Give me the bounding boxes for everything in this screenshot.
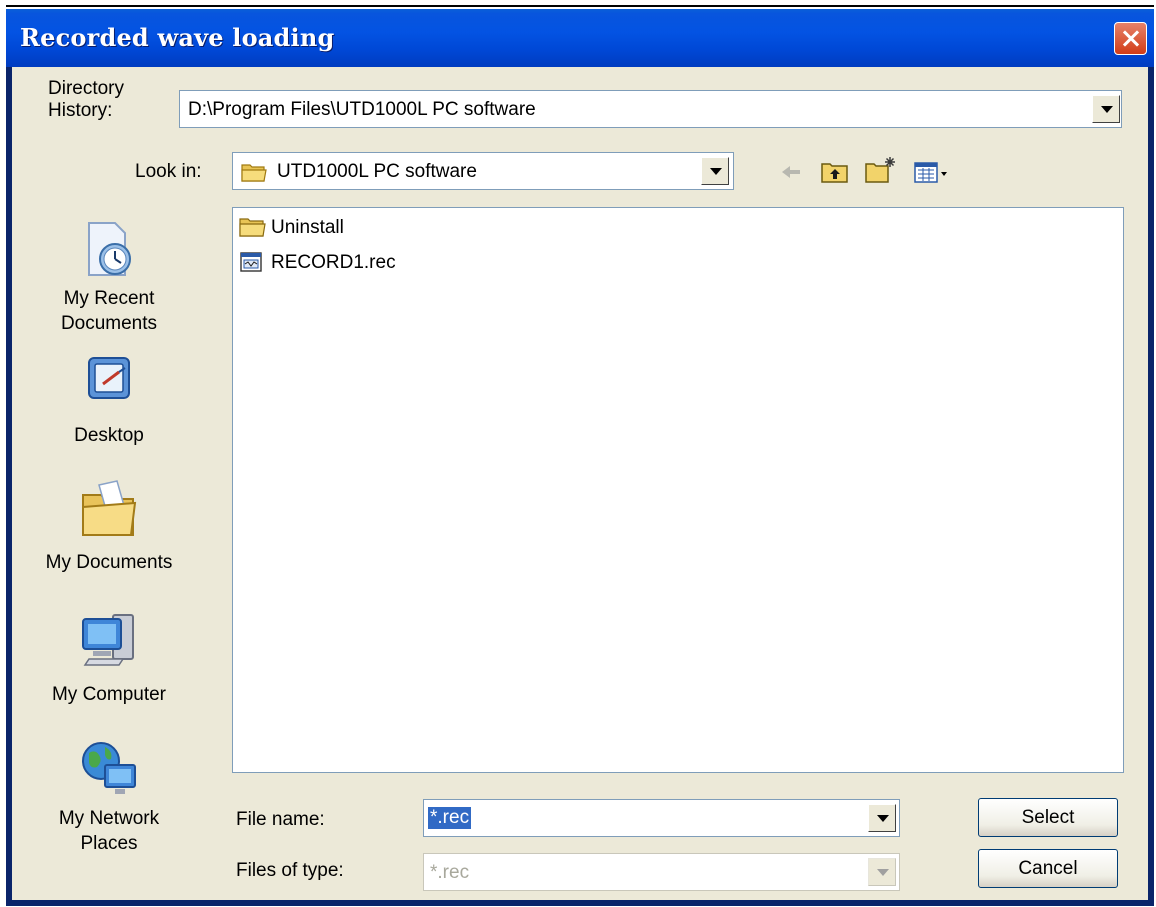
view-menu-icon[interactable] — [914, 161, 950, 185]
my-computer-icon — [82, 614, 134, 666]
file-list[interactable]: Uninstall RECORD1.rec — [232, 207, 1124, 773]
place-label: My Documents — [45, 552, 173, 573]
folder-icon — [239, 218, 266, 237]
place-label: My Computer — [51, 684, 167, 705]
close-button[interactable] — [1114, 22, 1147, 55]
page-top-rule — [6, 5, 1154, 7]
history-label-line1: Directory — [48, 78, 125, 99]
file-name-dropdown-button[interactable] — [868, 804, 896, 832]
back-arrow-icon[interactable] — [780, 163, 802, 181]
file-name-combo[interactable]: *.rec — [423, 799, 900, 837]
place-label: Documents — [60, 313, 158, 334]
file-name-label: File name: — [236, 809, 325, 830]
file-type-combo: *.rec — [423, 853, 900, 891]
select-button[interactable]: Select — [978, 798, 1118, 837]
window-title: Recorded wave loading — [20, 23, 335, 52]
look-in-combo[interactable]: UTD1000L PC software — [232, 152, 734, 190]
history-label: Directory History: — [48, 78, 124, 122]
rec-file-icon — [240, 252, 262, 272]
network-places-icon — [82, 742, 136, 794]
file-name-input-selected-text[interactable]: *.rec — [428, 807, 472, 829]
dialog-window: Recorded wave loading Directory History:… — [6, 9, 1154, 906]
history-label-line2: History: — [48, 100, 113, 121]
look-in-value: UTD1000L PC software — [277, 161, 477, 182]
file-name: RECORD1.rec — [271, 252, 396, 273]
desktop-icon — [88, 357, 130, 399]
history-dropdown-button[interactable] — [1092, 95, 1120, 123]
folder-icon — [241, 164, 267, 182]
new-folder-icon[interactable] — [864, 155, 898, 185]
look-in-label: Look in: — [135, 161, 202, 182]
file-type-value: *.rec — [430, 862, 470, 883]
my-documents-icon — [82, 480, 137, 536]
look-in-dropdown-button[interactable] — [701, 157, 729, 185]
place-my-recent-documents[interactable]: My Recent Documents — [34, 219, 184, 336]
up-folder-icon[interactable] — [820, 159, 850, 185]
cancel-button[interactable]: Cancel — [978, 849, 1118, 888]
place-label: My Recent — [63, 288, 155, 309]
file-type-label: Files of type: — [236, 860, 344, 881]
place-label: My Network — [58, 808, 160, 829]
place-label: Places — [80, 833, 138, 854]
history-value: D:\Program Files\UTD1000L PC software — [188, 99, 536, 120]
place-my-network-places[interactable]: My Network Places — [34, 739, 184, 856]
dialog-body: Directory History: D:\Program Files\UTD1… — [12, 67, 1148, 900]
file-name: Uninstall — [271, 217, 344, 238]
place-my-computer[interactable]: My Computer — [34, 609, 184, 707]
place-my-documents[interactable]: My Documents — [34, 479, 184, 575]
place-label: Desktop — [74, 425, 144, 446]
title-bar[interactable]: Recorded wave loading — [6, 9, 1154, 67]
history-combo[interactable]: D:\Program Files\UTD1000L PC software — [179, 90, 1122, 128]
file-type-dropdown-button — [868, 858, 896, 886]
place-desktop[interactable]: Desktop — [34, 352, 184, 448]
recent-documents-icon — [88, 222, 131, 276]
